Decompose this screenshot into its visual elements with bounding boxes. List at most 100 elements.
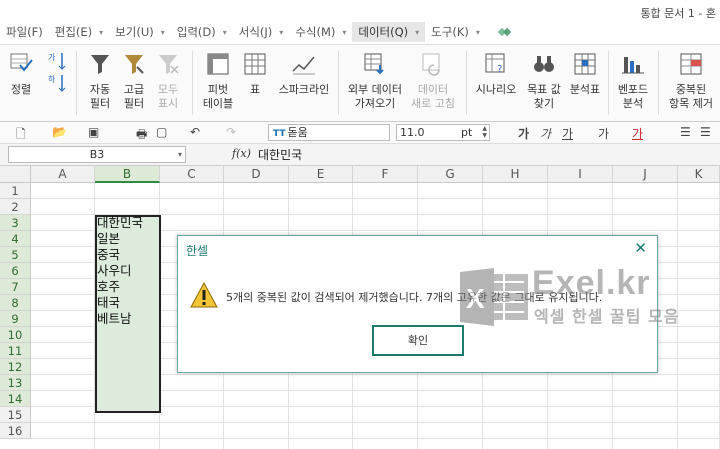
new-document-icon[interactable]: 🗋 (16, 125, 26, 141)
chevron-down-icon[interactable]: ▾ (178, 147, 182, 162)
column-header-b[interactable]: B (95, 166, 160, 183)
window-title: 통합 문서 1 - 혼 (640, 7, 716, 20)
sort-button[interactable]: 정렬 (6, 51, 36, 97)
cell-b7[interactable]: 호주 (97, 279, 120, 295)
font-color-icon[interactable]: 가 (632, 125, 643, 141)
align-center-icon[interactable]: ☰ (700, 125, 711, 141)
remove-duplicates-icon (680, 53, 702, 75)
row-header-14[interactable]: 14 (0, 391, 31, 407)
menu-data[interactable]: 데이터(Q) ▾ (352, 22, 426, 42)
cloud-icon[interactable] (497, 25, 512, 39)
column-header-c[interactable]: C (160, 166, 224, 183)
row-header-15[interactable]: 15 (0, 407, 31, 423)
goal-seek-button[interactable]: 목표 값 찾기 (522, 51, 566, 111)
align-left-icon[interactable]: ☰ (680, 125, 691, 141)
row-header-9[interactable]: 9 (0, 311, 31, 327)
column-header-j[interactable]: J (613, 166, 678, 183)
row-header-11[interactable]: 11 (0, 343, 31, 359)
cell-b9[interactable]: 베트남 (97, 311, 132, 327)
font-name-select[interactable]: TT 돋움 (268, 124, 390, 141)
ribbon-separator (466, 51, 467, 115)
redo-icon[interactable]: ↷ (226, 125, 236, 141)
menu-formula[interactable]: 수식(M) ▾ (289, 22, 352, 42)
italic-icon[interactable]: 가 (540, 125, 551, 141)
refresh-data-button[interactable]: 데이터 새로 고침 (410, 51, 456, 111)
advanced-filter-icon (125, 55, 144, 74)
pivot-table-icon (207, 53, 229, 75)
strikethrough-icon[interactable]: 가 (598, 125, 609, 141)
row-header-16[interactable]: 16 (0, 423, 31, 439)
print-preview-icon[interactable]: ▢ (156, 125, 167, 141)
watermark-brand: Exel.kr (532, 264, 651, 302)
row-header-7[interactable]: 7 (0, 279, 31, 295)
external-data-button[interactable]: 외부 데이터 가져오기 (344, 51, 406, 111)
analysis-table-icon (574, 53, 596, 75)
close-icon[interactable]: ✕ (634, 239, 647, 257)
cell-b3[interactable]: 대한민국 (97, 215, 143, 231)
open-folder-icon[interactable]: 📂 (52, 125, 67, 141)
cell-b5[interactable]: 중국 (97, 247, 120, 263)
sort-descending-icon: 하 (48, 74, 66, 92)
cell-reference-box[interactable]: B3 ▾ (8, 146, 186, 163)
row-header-10[interactable]: 10 (0, 327, 31, 343)
undo-icon[interactable]: ↶ (190, 125, 200, 141)
select-all-corner[interactable] (0, 166, 31, 183)
menu-view[interactable]: 보기(U) ▾ (109, 22, 171, 42)
column-header-f[interactable]: F (353, 166, 418, 183)
svg-text:하: 하 (48, 74, 56, 84)
ribbon-separator (338, 51, 339, 115)
menu-tools[interactable]: 도구(K) ▾ (425, 22, 486, 42)
bold-icon[interactable]: 가 (518, 125, 529, 141)
row-header-1[interactable]: 1 (0, 183, 31, 199)
grid-row-line (31, 198, 720, 199)
save-icon[interactable]: ▣ (88, 125, 99, 141)
table-button[interactable]: 표 (242, 51, 268, 97)
column-header-e[interactable]: E (289, 166, 353, 183)
remove-duplicates-button[interactable]: 중복된 항목 제거 (664, 51, 718, 111)
row-header-3[interactable]: 3 (0, 215, 31, 231)
menu-edit[interactable]: 편집(E) ▾ (49, 22, 109, 42)
cell-b6[interactable]: 사우디 (97, 263, 132, 279)
row-header-12[interactable]: 12 (0, 359, 31, 375)
row-header-4[interactable]: 4 (0, 231, 31, 247)
underline-icon[interactable]: 가 (562, 125, 573, 141)
cell-b4[interactable]: 일본 (97, 231, 120, 247)
formula-bar: B3 ▾ f(x) 대한민국 (0, 144, 720, 166)
ribbon-separator (608, 51, 609, 115)
column-header-k[interactable]: K (678, 166, 720, 183)
row-header-2[interactable]: 2 (0, 199, 31, 215)
sort-asc-button[interactable]: 가 하 (44, 51, 70, 93)
sparkline-button[interactable]: 스파크라인 (274, 51, 334, 97)
function-icon[interactable]: f(x) (232, 147, 251, 160)
row-header-5[interactable]: 5 (0, 247, 31, 263)
grid-row-line (31, 438, 720, 439)
column-header-d[interactable]: D (224, 166, 289, 183)
column-header-g[interactable]: G (418, 166, 483, 183)
excel-logo-icon: X (460, 268, 528, 326)
auto-filter-button[interactable]: 자동 필터 (86, 51, 114, 111)
benford-button[interactable]: 벤포드 분석 (614, 51, 652, 111)
font-size-input[interactable]: 11.0 pt ▲ ▼ (396, 124, 490, 141)
spinner-icon[interactable]: ▲ ▼ (482, 125, 487, 139)
cell-b8[interactable]: 태국 (97, 295, 120, 311)
column-header-h[interactable]: H (483, 166, 548, 183)
row-header-13[interactable]: 13 (0, 375, 31, 391)
scenario-button[interactable]: ? 시나리오 (472, 51, 520, 97)
menu-insert[interactable]: 입력(D) ▾ (171, 22, 233, 42)
formula-input[interactable]: 대한민국 (258, 146, 302, 163)
column-header-i[interactable]: I (548, 166, 613, 183)
menu-bar: 통합 문서 1 - 혼 파일(F) 편집(E) ▾ 보기(U) ▾ 입력(D) ▾ 서… (0, 0, 720, 44)
filter-icon (91, 55, 109, 74)
pivot-table-button[interactable]: 피벗 테이블 (200, 51, 236, 111)
show-all-button[interactable]: 모두 표시 (154, 51, 182, 111)
row-header-6[interactable]: 6 (0, 263, 31, 279)
ok-button[interactable]: 확인 (372, 325, 464, 356)
menu-file[interactable]: 파일(F) (0, 22, 49, 42)
scenario-icon: ? (485, 53, 505, 75)
menu-format[interactable]: 서식(J) ▾ (233, 22, 290, 42)
row-header-8[interactable]: 8 (0, 295, 31, 311)
advanced-filter-button[interactable]: 고급 필터 (120, 51, 148, 111)
print-icon[interactable]: 🖶 (136, 125, 147, 141)
column-header-a[interactable]: A (31, 166, 95, 183)
analysis-table-button[interactable]: 분석표 (568, 51, 602, 97)
